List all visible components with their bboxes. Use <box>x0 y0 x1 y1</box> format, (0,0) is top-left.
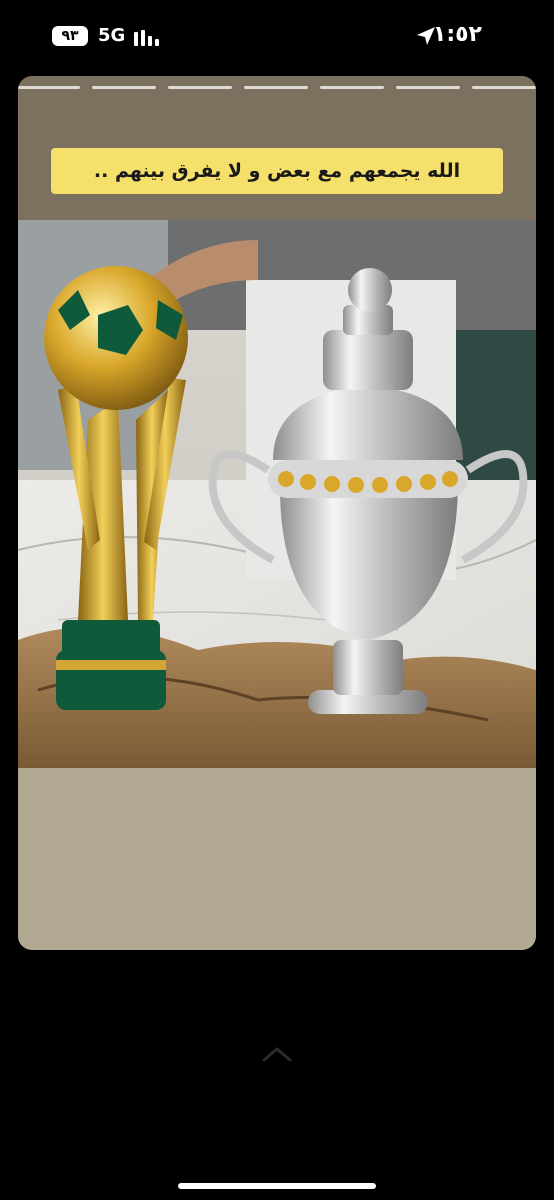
story-card[interactable]: الله يجمعهم مع بعض و لا يفرق بينهم .. <box>18 76 536 950</box>
story-lower-panel <box>18 768 536 950</box>
progress-segment <box>92 86 156 89</box>
progress-segment <box>244 86 308 89</box>
home-indicator[interactable] <box>178 1183 376 1189</box>
network-type: 5G <box>98 25 126 46</box>
progress-segment <box>320 86 384 89</box>
story-progress-bar <box>18 86 536 89</box>
status-time: ١:٥٢ <box>432 22 482 47</box>
progress-segment <box>472 86 536 89</box>
story-photo <box>18 220 536 768</box>
status-bar: ٩٣ 5G ١:٥٢ <box>0 0 554 70</box>
progress-segment <box>18 86 80 89</box>
chevron-up-icon[interactable] <box>262 1046 292 1062</box>
caption-box: الله يجمعهم مع بعض و لا يفرق بينهم .. <box>51 148 503 194</box>
story-caption: الله يجمعهم مع بعض و لا يفرق بينهم .. <box>93 160 461 182</box>
progress-segment <box>396 86 460 89</box>
signal-bars-icon <box>134 30 159 46</box>
battery-indicator: ٩٣ <box>52 26 88 46</box>
progress-segment <box>168 86 232 89</box>
